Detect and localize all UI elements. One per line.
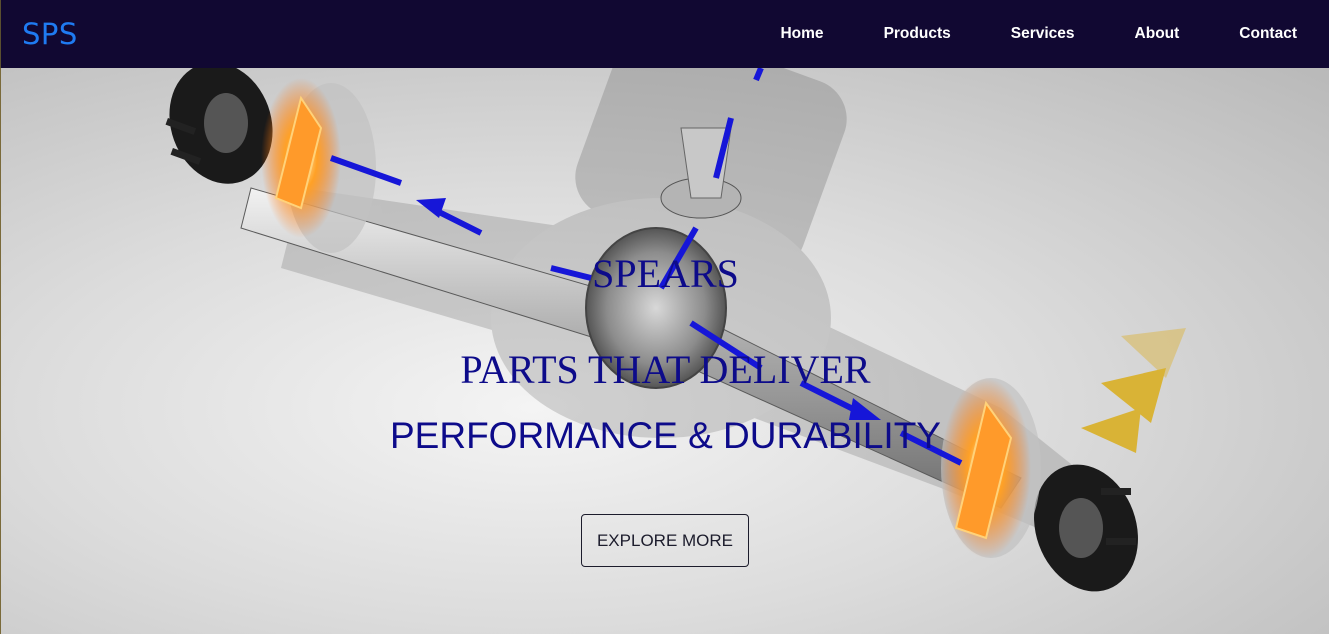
nav-home-link[interactable]: Home: [780, 25, 823, 43]
hero-section: SPEARS PARTS THAT DELIVER PERFORMANCE & …: [0, 68, 1329, 634]
explore-more-button[interactable]: EXPLORE MORE: [581, 514, 749, 567]
nav-contact-link[interactable]: Contact: [1239, 25, 1297, 43]
navbar: SPS Home Products Services About Contact: [0, 0, 1329, 68]
hero-tagline-line2: PERFORMANCE & DURABILITY: [390, 415, 941, 456]
nav-about-link[interactable]: About: [1135, 25, 1180, 43]
hero-brand-name: SPEARS: [592, 251, 739, 296]
nav-products-link[interactable]: Products: [884, 25, 951, 43]
nav-menu: Home Products Services About Contact: [720, 0, 1297, 68]
brand-logo[interactable]: SPS: [22, 14, 78, 54]
nav-services-link[interactable]: Services: [1011, 25, 1075, 43]
hero-tagline-line1: PARTS THAT DELIVER: [460, 347, 871, 392]
hero-text-block: SPEARS PARTS THAT DELIVER PERFORMANCE & …: [1, 68, 1329, 634]
